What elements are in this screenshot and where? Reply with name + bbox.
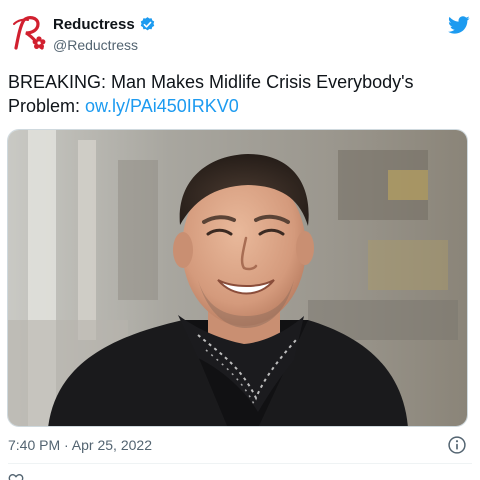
handle[interactable]: @Reductress — [53, 37, 138, 53]
display-name[interactable]: Reductress — [53, 16, 135, 33]
verified-badge-icon — [140, 17, 154, 31]
tweet-header: Reductress @Reductress — [0, 0, 480, 62]
reductress-logo[interactable] — [8, 14, 50, 56]
name-row: Reductress — [53, 16, 156, 33]
like-row[interactable] — [8, 472, 24, 480]
tweet-timestamp[interactable]: 7:40 PM · Apr 25, 2022 — [8, 437, 152, 453]
tweet-text: BREAKING: Man Makes Midlife Crisis Every… — [8, 70, 472, 118]
photo-illustration — [8, 130, 467, 426]
tweet-link[interactable]: ow.ly/PAi450IRKV0 — [85, 96, 239, 116]
divider — [8, 463, 472, 464]
tweet-card: Reductress @Reductress BREAKING: Man Mak… — [0, 0, 480, 480]
heart-icon[interactable] — [8, 472, 24, 480]
tweet-media-photo[interactable] — [7, 129, 468, 427]
info-icon[interactable] — [447, 435, 467, 455]
twitter-bird-icon[interactable] — [448, 14, 470, 36]
